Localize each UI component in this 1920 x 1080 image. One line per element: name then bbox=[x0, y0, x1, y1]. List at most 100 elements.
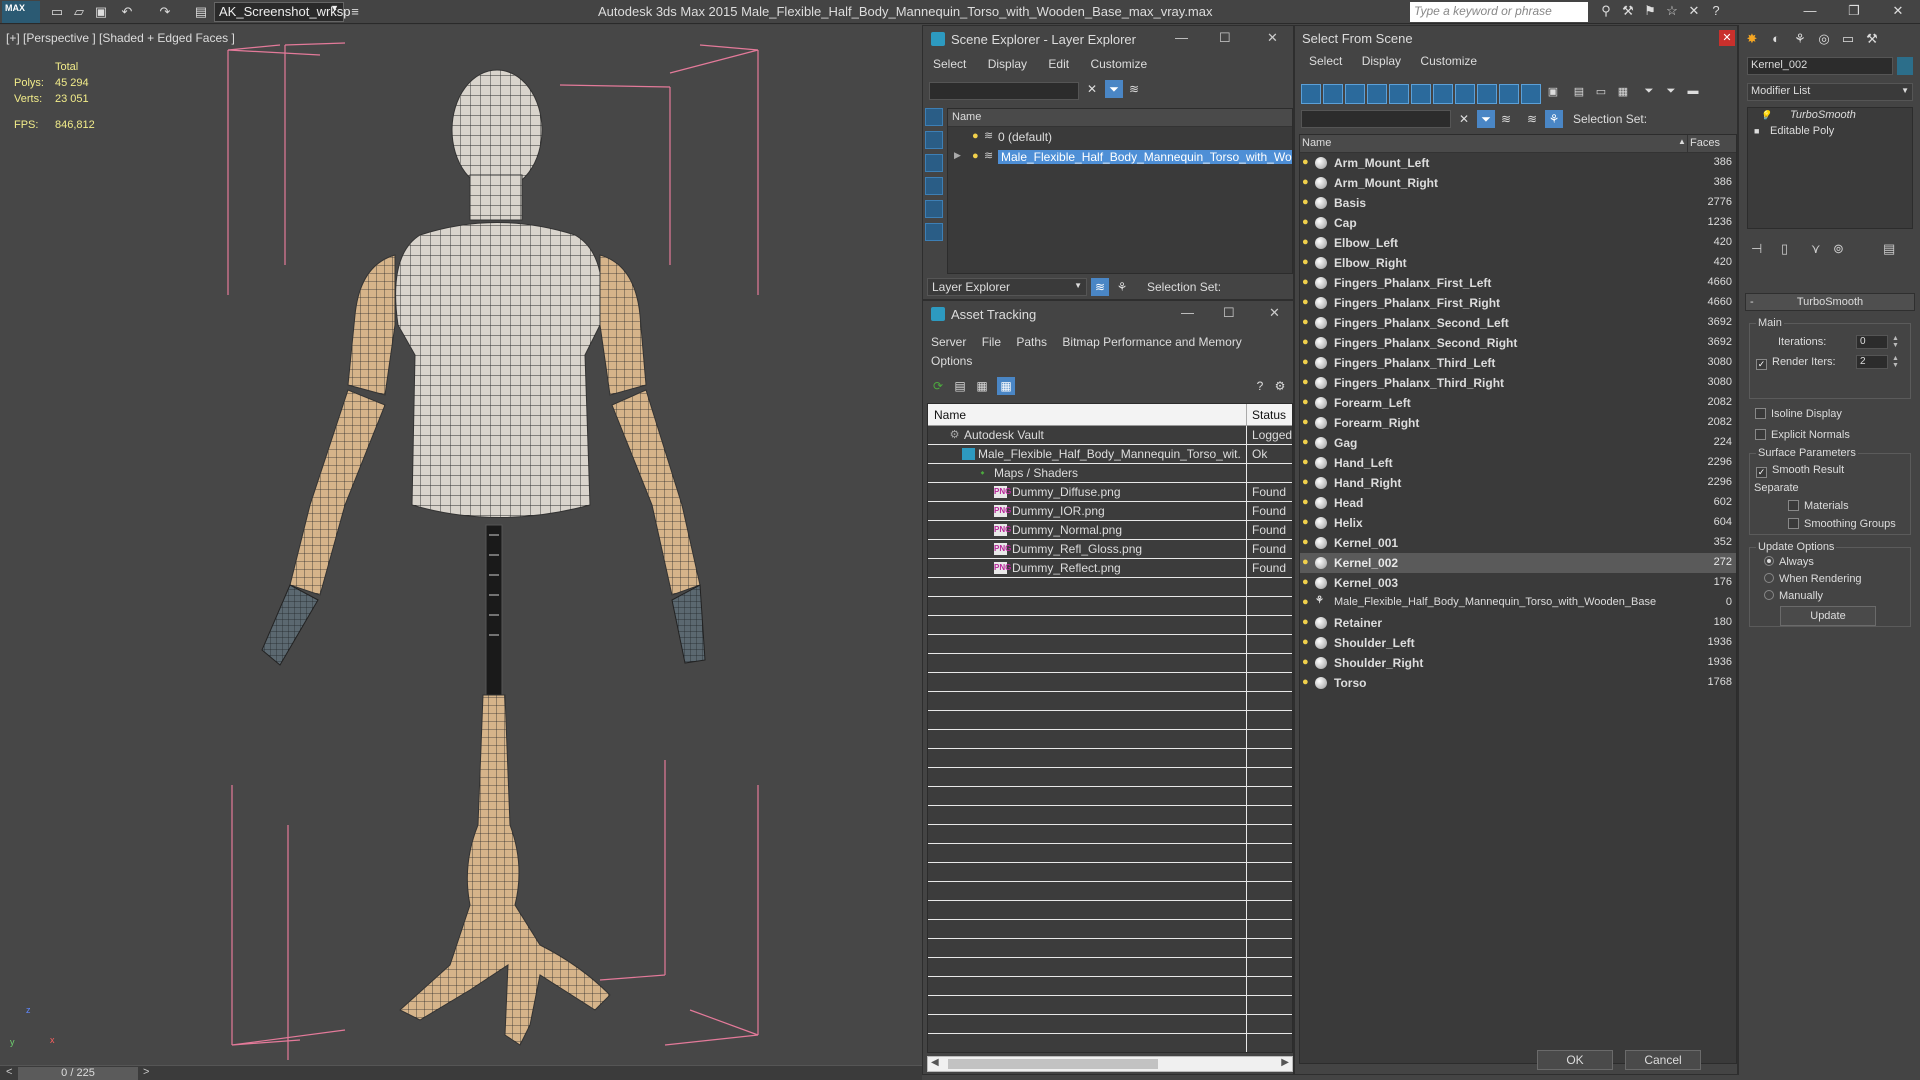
light-bulb-icon[interactable]: 💡 bbox=[1760, 110, 1771, 121]
spinner-arrows-icon[interactable]: ▲ ▼ bbox=[1892, 335, 1899, 349]
select-invert-icon[interactable]: ▦ bbox=[1615, 85, 1631, 101]
when-rendering-radio[interactable] bbox=[1764, 573, 1774, 583]
asset-row[interactable]: ⚙ Autodesk Vault Logged bbox=[928, 426, 1292, 445]
stack-item-turbosmooth[interactable]: 💡 TurboSmooth bbox=[1748, 108, 1912, 124]
workspace-dropdown[interactable]: AK_Screenshot_wrksp ▼ bbox=[214, 2, 351, 22]
asset-row[interactable]: ⬩ Maps / Shaders bbox=[928, 464, 1292, 483]
hierarchy-icon[interactable]: ⚘ bbox=[1545, 110, 1563, 128]
light-bulb-icon[interactable]: ● bbox=[1302, 196, 1309, 208]
expand-arrow-icon[interactable]: ▶ bbox=[954, 150, 961, 161]
column-name[interactable]: Name bbox=[934, 408, 966, 422]
asset-row[interactable]: PNG Dummy_IOR.png Found bbox=[928, 502, 1292, 521]
filter-icon[interactable]: ⏷ bbox=[1641, 85, 1657, 101]
menu-file[interactable]: File bbox=[982, 335, 1001, 349]
frozen-filter-icon[interactable] bbox=[1521, 84, 1541, 104]
close-icon[interactable]: ✕ bbox=[1719, 30, 1735, 46]
asset-row[interactable]: PNG Dummy_Normal.png Found bbox=[928, 521, 1292, 540]
smoothing-groups-row[interactable]: Smoothing Groups bbox=[1788, 518, 1896, 530]
light-bulb-icon[interactable]: ● bbox=[1302, 536, 1309, 548]
light-bulb-icon[interactable]: ● bbox=[1302, 556, 1309, 568]
always-row[interactable]: Always bbox=[1764, 556, 1814, 568]
explicit-normals-checkbox[interactable] bbox=[1755, 429, 1766, 440]
display-lights-icon[interactable] bbox=[925, 154, 943, 172]
isoline-display-checkbox[interactable] bbox=[1755, 408, 1766, 419]
restore-icon[interactable]: ❐ bbox=[1832, 0, 1876, 22]
ok-button[interactable]: OK bbox=[1537, 1050, 1613, 1070]
shapes-filter-icon[interactable] bbox=[1323, 84, 1343, 104]
create-tab-icon[interactable]: ✸ bbox=[1741, 28, 1763, 50]
render-iters-spinner[interactable]: 2 bbox=[1856, 355, 1888, 369]
stack-item-editable-poly[interactable]: ■ Editable Poly bbox=[1748, 124, 1912, 140]
menu-server[interactable]: Server bbox=[931, 335, 966, 349]
subscription-icon[interactable]: ⚑ bbox=[1639, 3, 1661, 21]
smooth-result-row[interactable]: ✓ Smooth Result bbox=[1756, 464, 1844, 478]
object-row[interactable]: ● Fingers_Phalanx_Third_Left 3080 bbox=[1300, 353, 1736, 373]
asset-row[interactable]: Male_Flexible_Half_Body_Mannequin_Torso_… bbox=[928, 445, 1292, 464]
light-bulb-icon[interactable]: ● bbox=[1302, 316, 1309, 328]
bones-filter-icon[interactable] bbox=[1477, 84, 1497, 104]
select-none-icon[interactable]: ▭ bbox=[1593, 85, 1609, 101]
object-row[interactable]: ● Gag 224 bbox=[1300, 433, 1736, 453]
list-view-icon[interactable]: ▤ bbox=[951, 377, 969, 395]
object-row[interactable]: ● Elbow_Right 420 bbox=[1300, 253, 1736, 273]
explicit-normals-row[interactable]: Explicit Normals bbox=[1755, 429, 1850, 441]
object-row[interactable]: ● Torso 1768 bbox=[1300, 673, 1736, 693]
object-row[interactable]: ● Elbow_Left 420 bbox=[1300, 233, 1736, 253]
light-bulb-icon[interactable]: ● bbox=[1302, 516, 1309, 528]
render-iters-checkbox[interactable]: ✓ bbox=[1756, 359, 1767, 370]
light-bulb-icon[interactable]: ● bbox=[1302, 236, 1309, 248]
isoline-display-row[interactable]: Isoline Display bbox=[1755, 408, 1842, 420]
materials-checkbox[interactable] bbox=[1788, 500, 1799, 511]
layer-mode-icon[interactable]: ≋ bbox=[1523, 110, 1541, 128]
manually-row[interactable]: Manually bbox=[1764, 590, 1823, 602]
scrollbar-thumb[interactable] bbox=[948, 1059, 1158, 1069]
light-bulb-icon[interactable]: ● bbox=[1302, 496, 1309, 508]
manually-radio[interactable] bbox=[1764, 590, 1774, 600]
show-end-result-icon[interactable]: ▯ bbox=[1781, 241, 1788, 257]
make-unique-icon[interactable]: ⋎ bbox=[1811, 241, 1821, 257]
smooth-result-checkbox[interactable]: ✓ bbox=[1756, 467, 1767, 478]
menu-customize[interactable]: Customize bbox=[1420, 54, 1477, 68]
project-folder-icon[interactable]: ▤ bbox=[192, 3, 210, 21]
rollout-header[interactable]: - TurboSmooth bbox=[1745, 293, 1915, 311]
object-row[interactable]: ● Basis 2776 bbox=[1300, 193, 1736, 213]
binoculars-icon[interactable]: ⚲ bbox=[1595, 3, 1617, 21]
menu-bitmap-performance[interactable]: Bitmap Performance and Memory bbox=[1062, 335, 1241, 349]
utilities-tab-icon[interactable]: ⚒ bbox=[1861, 28, 1883, 50]
object-row[interactable]: ● Hand_Right 2296 bbox=[1300, 473, 1736, 493]
light-bulb-icon[interactable]: ● bbox=[972, 150, 979, 162]
light-bulb-icon[interactable]: ● bbox=[1302, 636, 1309, 648]
asset-row[interactable]: PNG Dummy_Reflect.png Found bbox=[928, 559, 1292, 578]
update-button[interactable]: Update bbox=[1780, 606, 1876, 626]
app-logo[interactable]: MAX bbox=[2, 1, 40, 23]
refresh-icon[interactable]: ⟳ bbox=[929, 377, 947, 395]
clear-filter-icon[interactable]: ✕ bbox=[1455, 110, 1473, 128]
object-row[interactable]: ● Shoulder_Left 1936 bbox=[1300, 633, 1736, 653]
light-bulb-icon[interactable]: ● bbox=[1302, 436, 1309, 448]
render-iters-row[interactable]: ✓ Render Iters: bbox=[1756, 356, 1836, 370]
lights-filter-icon[interactable] bbox=[1345, 84, 1365, 104]
pin-stack-icon[interactable]: ⊣ bbox=[1751, 241, 1762, 257]
light-bulb-icon[interactable]: ● bbox=[1302, 216, 1309, 228]
time-slider[interactable]: < 0 / 225 > bbox=[0, 1065, 922, 1080]
minimize-icon[interactable]: — bbox=[1181, 305, 1194, 320]
column-name[interactable]: Name bbox=[1302, 137, 1331, 149]
xrefs-filter-icon[interactable] bbox=[1455, 84, 1475, 104]
asset-row[interactable]: PNG Dummy_Diffuse.png Found bbox=[928, 483, 1292, 502]
light-bulb-icon[interactable]: ● bbox=[1302, 576, 1309, 588]
open-file-icon[interactable]: ▱ bbox=[70, 3, 88, 21]
layer-row-default[interactable]: ● ≋ 0 (default) bbox=[948, 127, 1292, 147]
object-row[interactable]: ● Cap 1236 bbox=[1300, 213, 1736, 233]
display-tab-icon[interactable]: ▭ bbox=[1837, 28, 1859, 50]
redo-icon[interactable]: ↷ bbox=[156, 3, 174, 21]
light-bulb-icon[interactable]: ● bbox=[1302, 396, 1309, 408]
display-helpers-icon[interactable] bbox=[925, 200, 943, 218]
cameras-filter-icon[interactable] bbox=[1367, 84, 1387, 104]
modifier-list-dropdown[interactable]: Modifier List ▼ bbox=[1747, 83, 1913, 101]
layer-mode-icon[interactable]: ≋ bbox=[1091, 278, 1109, 296]
light-bulb-icon[interactable]: ● bbox=[1302, 616, 1309, 628]
object-row[interactable]: ● Kernel_003 176 bbox=[1300, 573, 1736, 593]
settings-icon[interactable]: ⚙ bbox=[1271, 377, 1289, 395]
light-bulb-icon[interactable]: ● bbox=[1302, 596, 1309, 608]
layers-icon[interactable]: ≋ bbox=[1497, 110, 1515, 128]
